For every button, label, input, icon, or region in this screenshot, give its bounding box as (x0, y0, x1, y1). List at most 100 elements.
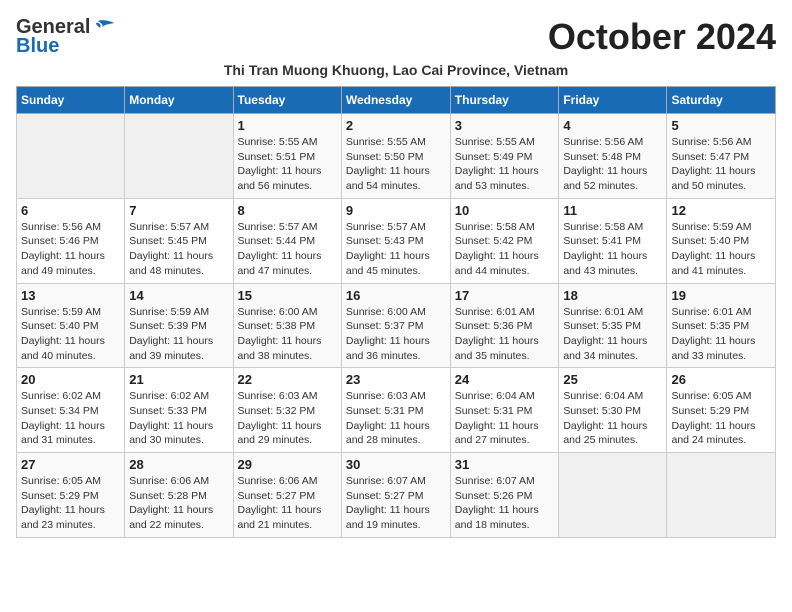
calendar-day-cell: 8 Sunrise: 5:57 AMSunset: 5:44 PMDaylight… (233, 198, 341, 283)
weekday-header-cell: Friday (559, 87, 667, 114)
day-info: Sunrise: 5:58 AMSunset: 5:41 PMDaylight:… (563, 220, 662, 279)
day-number: 5 (671, 118, 771, 133)
day-number: 3 (455, 118, 555, 133)
day-info: Sunrise: 5:55 AMSunset: 5:51 PMDaylight:… (238, 135, 337, 194)
calendar-day-cell: 2 Sunrise: 5:55 AMSunset: 5:50 PMDaylight… (341, 114, 450, 199)
day-number: 2 (346, 118, 446, 133)
day-number: 4 (563, 118, 662, 133)
day-number: 8 (238, 203, 337, 218)
day-number: 14 (129, 288, 228, 303)
day-info: Sunrise: 6:03 AMSunset: 5:31 PMDaylight:… (346, 389, 446, 448)
day-number: 25 (563, 372, 662, 387)
subtitle: Thi Tran Muong Khuong, Lao Cai Province,… (16, 62, 776, 78)
day-number: 18 (563, 288, 662, 303)
day-number: 20 (21, 372, 120, 387)
day-info: Sunrise: 6:02 AMSunset: 5:33 PMDaylight:… (129, 389, 228, 448)
day-info: Sunrise: 5:57 AMSunset: 5:43 PMDaylight:… (346, 220, 446, 279)
calendar-day-cell: 26 Sunrise: 6:05 AMSunset: 5:29 PMDayligh… (667, 368, 776, 453)
day-number: 28 (129, 457, 228, 472)
day-info: Sunrise: 5:57 AMSunset: 5:44 PMDaylight:… (238, 220, 337, 279)
day-info: Sunrise: 6:04 AMSunset: 5:31 PMDaylight:… (455, 389, 555, 448)
day-number: 29 (238, 457, 337, 472)
calendar-week-row: 13 Sunrise: 5:59 AMSunset: 5:40 PMDayligh… (17, 283, 776, 368)
day-info: Sunrise: 6:00 AMSunset: 5:38 PMDaylight:… (238, 305, 337, 364)
weekday-header-row: SundayMondayTuesdayWednesdayThursdayFrid… (17, 87, 776, 114)
calendar-day-cell: 18 Sunrise: 6:01 AMSunset: 5:35 PMDayligh… (559, 283, 667, 368)
calendar-day-cell: 28 Sunrise: 6:06 AMSunset: 5:28 PMDayligh… (125, 453, 233, 538)
calendar-day-cell (17, 114, 125, 199)
calendar-day-cell: 23 Sunrise: 6:03 AMSunset: 5:31 PMDayligh… (341, 368, 450, 453)
calendar-day-cell: 12Sunrise: 5:59 AMSunset: 5:40 PMDayligh… (667, 198, 776, 283)
logo-bird-icon (92, 19, 114, 37)
logo: General Blue (16, 16, 114, 58)
day-info: Sunrise: 6:05 AMSunset: 5:29 PMDaylight:… (21, 474, 120, 533)
calendar-day-cell: 30 Sunrise: 6:07 AMSunset: 5:27 PMDayligh… (341, 453, 450, 538)
day-number: 7 (129, 203, 228, 218)
header: General Blue October 2024 (16, 16, 776, 58)
calendar-week-row: 1Sunrise: 5:55 AMSunset: 5:51 PMDaylight… (17, 114, 776, 199)
calendar-day-cell: 22 Sunrise: 6:03 AMSunset: 5:32 PMDayligh… (233, 368, 341, 453)
calendar-day-cell: 6 Sunrise: 5:56 AMSunset: 5:46 PMDaylight… (17, 198, 125, 283)
calendar-day-cell: 29 Sunrise: 6:06 AMSunset: 5:27 PMDayligh… (233, 453, 341, 538)
day-info: Sunrise: 5:56 AMSunset: 5:46 PMDaylight:… (21, 220, 120, 279)
calendar-day-cell (559, 453, 667, 538)
weekday-header-cell: Wednesday (341, 87, 450, 114)
day-info: Sunrise: 6:04 AMSunset: 5:30 PMDaylight:… (563, 389, 662, 448)
day-info: Sunrise: 6:01 AMSunset: 5:35 PMDaylight:… (563, 305, 662, 364)
day-number: 23 (346, 372, 446, 387)
day-info: Sunrise: 6:06 AMSunset: 5:27 PMDaylight:… (238, 474, 337, 533)
day-info: Sunrise: 6:06 AMSunset: 5:28 PMDaylight:… (129, 474, 228, 533)
month-title: October 2024 (548, 16, 776, 58)
day-number: 26 (671, 372, 771, 387)
calendar-day-cell: 11 Sunrise: 5:58 AMSunset: 5:41 PMDayligh… (559, 198, 667, 283)
day-number: 24 (455, 372, 555, 387)
calendar-day-cell: 10 Sunrise: 5:58 AMSunset: 5:42 PMDayligh… (450, 198, 559, 283)
logo-blue: Blue (16, 35, 59, 58)
day-number: 10 (455, 203, 555, 218)
day-info: Sunrise: 6:01 AMSunset: 5:35 PMDaylight:… (671, 305, 771, 364)
weekday-header-cell: Sunday (17, 87, 125, 114)
weekday-header-cell: Tuesday (233, 87, 341, 114)
calendar-day-cell: 25 Sunrise: 6:04 AMSunset: 5:30 PMDayligh… (559, 368, 667, 453)
day-number: 13 (21, 288, 120, 303)
day-number: 9 (346, 203, 446, 218)
day-info: Sunrise: 5:58 AMSunset: 5:42 PMDaylight:… (455, 220, 555, 279)
calendar-day-cell: 24 Sunrise: 6:04 AMSunset: 5:31 PMDayligh… (450, 368, 559, 453)
calendar-day-cell: 16Sunrise: 6:00 AMSunset: 5:37 PMDayligh… (341, 283, 450, 368)
calendar-day-cell: 1Sunrise: 5:55 AMSunset: 5:51 PMDaylight… (233, 114, 341, 199)
day-number: 6 (21, 203, 120, 218)
day-info: Sunrise: 5:59 AMSunset: 5:40 PMDaylight:… (671, 220, 771, 279)
title-block: October 2024 (548, 16, 776, 58)
day-number: 21 (129, 372, 228, 387)
calendar-day-cell: 13 Sunrise: 5:59 AMSunset: 5:40 PMDayligh… (17, 283, 125, 368)
day-number: 31 (455, 457, 555, 472)
calendar-day-cell: 3 Sunrise: 5:55 AMSunset: 5:49 PMDaylight… (450, 114, 559, 199)
calendar-day-cell: 20 Sunrise: 6:02 AMSunset: 5:34 PMDayligh… (17, 368, 125, 453)
day-number: 15 (238, 288, 337, 303)
calendar-table: SundayMondayTuesdayWednesdayThursdayFrid… (16, 86, 776, 538)
day-info: Sunrise: 5:59 AMSunset: 5:40 PMDaylight:… (21, 305, 120, 364)
day-info: Sunrise: 6:02 AMSunset: 5:34 PMDaylight:… (21, 389, 120, 448)
day-number: 22 (238, 372, 337, 387)
day-info: Sunrise: 5:57 AMSunset: 5:45 PMDaylight:… (129, 220, 228, 279)
day-info: Sunrise: 6:07 AMSunset: 5:27 PMDaylight:… (346, 474, 446, 533)
calendar-day-cell (667, 453, 776, 538)
day-info: Sunrise: 5:56 AMSunset: 5:47 PMDaylight:… (671, 135, 771, 194)
day-number: 17 (455, 288, 555, 303)
day-number: 11 (563, 203, 662, 218)
day-number: 19 (671, 288, 771, 303)
day-info: Sunrise: 6:03 AMSunset: 5:32 PMDaylight:… (238, 389, 337, 448)
day-info: Sunrise: 6:05 AMSunset: 5:29 PMDaylight:… (671, 389, 771, 448)
calendar-day-cell: 31 Sunrise: 6:07 AMSunset: 5:26 PMDayligh… (450, 453, 559, 538)
day-info: Sunrise: 5:55 AMSunset: 5:49 PMDaylight:… (455, 135, 555, 194)
calendar-day-cell: 4 Sunrise: 5:56 AMSunset: 5:48 PMDaylight… (559, 114, 667, 199)
calendar-week-row: 20 Sunrise: 6:02 AMSunset: 5:34 PMDayligh… (17, 368, 776, 453)
day-info: Sunrise: 5:55 AMSunset: 5:50 PMDaylight:… (346, 135, 446, 194)
weekday-header-cell: Thursday (450, 87, 559, 114)
day-info: Sunrise: 6:01 AMSunset: 5:36 PMDaylight:… (455, 305, 555, 364)
day-info: Sunrise: 5:56 AMSunset: 5:48 PMDaylight:… (563, 135, 662, 194)
day-number: 16 (346, 288, 446, 303)
weekday-header-cell: Monday (125, 87, 233, 114)
day-number: 30 (346, 457, 446, 472)
day-info: Sunrise: 6:07 AMSunset: 5:26 PMDaylight:… (455, 474, 555, 533)
